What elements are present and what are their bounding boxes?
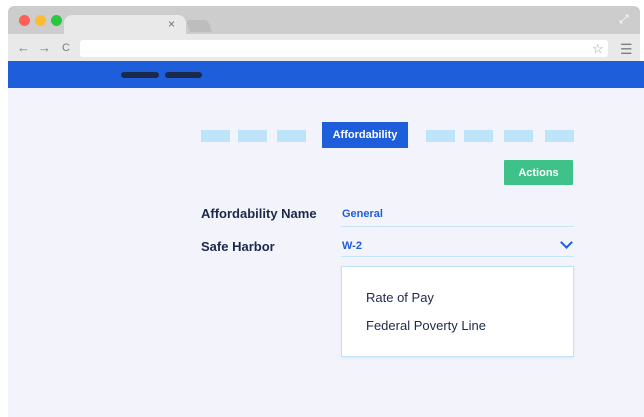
affordability-name-label: Affordability Name [201,206,317,221]
affordability-name-input[interactable]: General [342,208,383,220]
close-window-button[interactable] [19,15,30,26]
app-header [8,61,644,88]
tab-close-icon[interactable]: × [168,17,175,31]
safe-harbor-dropdown [341,266,574,357]
step-affordability[interactable]: Affordability [322,122,408,148]
step-placeholder-2[interactable] [238,130,267,142]
safe-harbor-underline [341,256,574,257]
address-bar[interactable] [80,40,608,57]
header-nav-placeholder-2[interactable] [165,72,202,78]
step-placeholder-6[interactable] [504,130,533,142]
step-placeholder-7[interactable] [545,130,574,142]
maximize-window-button[interactable] [51,15,62,26]
back-icon[interactable]: ← [17,40,30,56]
dropdown-option-federal-poverty-line[interactable]: Federal Poverty Line [366,318,486,333]
affordability-name-underline [341,226,574,227]
new-tab-button[interactable] [185,20,213,32]
safe-harbor-select[interactable]: W-2 [342,240,362,252]
header-nav-placeholder-1[interactable] [121,72,159,78]
step-placeholder-1[interactable] [201,130,230,142]
step-placeholder-3[interactable] [277,130,306,142]
minimize-window-button[interactable] [35,15,46,26]
hamburger-icon[interactable]: ☰ [620,41,633,57]
reload-icon[interactable]: C [62,40,70,56]
step-placeholder-5[interactable] [464,130,493,142]
actions-button[interactable]: Actions [504,160,573,185]
safe-harbor-label: Safe Harbor [201,239,275,254]
expand-icon[interactable]: ⤢ [619,12,629,26]
dropdown-option-rate-of-pay[interactable]: Rate of Pay [366,290,434,305]
step-placeholder-4[interactable] [426,130,455,142]
forward-icon[interactable]: → [38,40,51,56]
star-icon[interactable]: ☆ [592,40,604,57]
